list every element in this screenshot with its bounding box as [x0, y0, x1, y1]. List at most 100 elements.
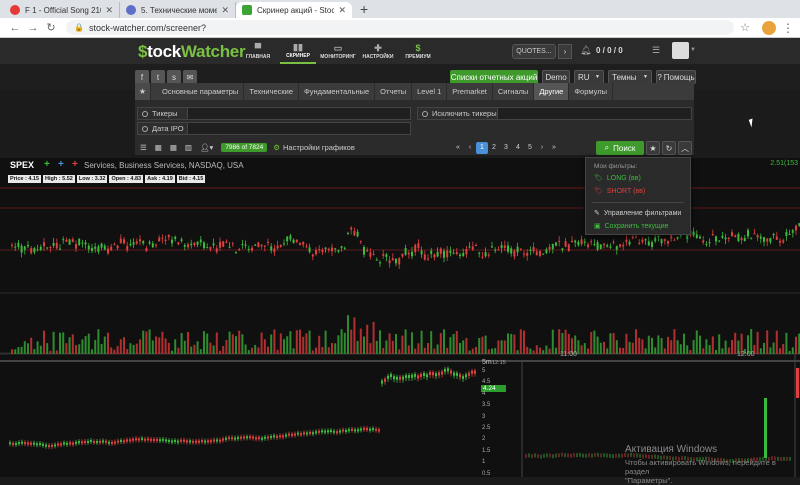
- candle-body: [436, 251, 439, 257]
- page-3[interactable]: 3: [500, 142, 512, 154]
- favorites-star-icon[interactable]: ★: [135, 83, 151, 100]
- list-view-icon[interactable]: ☰: [140, 143, 147, 152]
- add-green-icon[interactable]: +: [44, 159, 50, 170]
- add-blue-icon[interactable]: +: [58, 159, 64, 170]
- tab-other[interactable]: Другие: [534, 83, 570, 100]
- candle-body: [399, 376, 401, 380]
- collapse-icon[interactable]: ︿: [678, 141, 692, 155]
- save-filters-item[interactable]: ▣ Сохранить текущие: [594, 222, 669, 231]
- close-icon[interactable]: ✕: [221, 5, 229, 16]
- tab-signals[interactable]: Сигналы: [493, 83, 535, 100]
- manage-filters-item[interactable]: ✎ Управление фильтрами: [594, 209, 681, 218]
- tab-basic[interactable]: Основные параметры: [157, 83, 245, 100]
- candle-body: [193, 242, 196, 246]
- page-5[interactable]: 5: [524, 142, 536, 154]
- list-icon[interactable]: ☰: [652, 45, 660, 56]
- bookmark-star-icon[interactable]: ☆: [740, 21, 750, 34]
- menu-icon[interactable]: ⋮: [782, 21, 794, 35]
- help-button[interactable]: ? Помощь: [656, 70, 696, 84]
- volume-bar: [231, 334, 234, 354]
- volume-bar: [715, 349, 717, 354]
- mail-icon[interactable]: ✉: [183, 70, 197, 84]
- search-button[interactable]: ⌕ Поиск: [596, 141, 644, 155]
- tab-level1[interactable]: Level 1: [412, 83, 448, 100]
- long-filter-item[interactable]: 🏷︎ LONG (вв): [594, 174, 641, 183]
- candle-body: [651, 242, 653, 247]
- demo-button[interactable]: Demo: [542, 70, 570, 84]
- user-avatar[interactable]: [672, 42, 689, 59]
- profile-avatar[interactable]: [762, 20, 776, 35]
- candle-body: [455, 251, 458, 254]
- back-icon[interactable]: ←: [6, 22, 24, 34]
- candle-body: [407, 252, 410, 255]
- tab-premarket[interactable]: Premarket: [447, 83, 493, 100]
- tab-formulas[interactable]: Формулы: [569, 83, 613, 100]
- favorite-star-icon[interactable]: ★: [646, 141, 660, 155]
- pagination: « ‹ 1 2 3 4 5 › »: [452, 141, 560, 154]
- reload-icon[interactable]: ↻: [42, 21, 60, 34]
- candle-body: [183, 245, 186, 247]
- chart-settings-link[interactable]: Настройки графиков: [283, 143, 355, 152]
- volume-bar: [721, 348, 724, 354]
- volume-bar: [791, 347, 794, 354]
- tab-technical[interactable]: Технические: [244, 83, 300, 100]
- candle-body: [417, 243, 420, 248]
- next-page-button[interactable]: ›: [536, 142, 548, 154]
- close-icon[interactable]: ✕: [105, 5, 113, 16]
- quotes-input[interactable]: QUOTES...: [512, 44, 556, 59]
- prev-page-button[interactable]: ‹: [464, 142, 476, 154]
- nav-screener[interactable]: ▮▮ СКРИНЕР: [280, 38, 316, 64]
- reports-button[interactable]: Списки отчетных акций: [450, 70, 538, 84]
- bell-icon[interactable]: 🔔︎: [580, 45, 591, 56]
- logo[interactable]: $tockWatcher: [138, 42, 246, 62]
- refresh-icon[interactable]: ↻: [662, 141, 676, 155]
- volume-bar: [71, 334, 74, 354]
- ipo-filter[interactable]: Дата IPO: [137, 122, 411, 135]
- volume-bar: [731, 340, 733, 354]
- close-icon[interactable]: ✕: [338, 5, 346, 16]
- radio-icon[interactable]: [142, 125, 148, 132]
- candle-body: [27, 442, 29, 445]
- tickers-filter[interactable]: Тикеры: [137, 107, 411, 120]
- user-filter-icon[interactable]: 👤︎▾: [200, 143, 213, 152]
- twitter-icon[interactable]: t: [151, 70, 165, 84]
- nav-monitoring[interactable]: ▭ МОНИТОРИНГ: [320, 38, 356, 64]
- facebook-icon[interactable]: f: [135, 70, 149, 84]
- url-field[interactable]: 🔒 stock-watcher.com/screener?: [66, 20, 735, 35]
- grid-view-icon[interactable]: ▦: [170, 143, 177, 152]
- new-tab-button[interactable]: +: [352, 2, 376, 18]
- candle-body: [305, 246, 308, 248]
- browser-tab-3[interactable]: Скринер акций - Stock Watcher ✕: [236, 2, 352, 18]
- candle-body: [209, 247, 212, 250]
- page-4[interactable]: 4: [512, 142, 524, 154]
- page-1[interactable]: 1: [476, 141, 488, 154]
- volume-bar: [487, 349, 490, 354]
- nav-home[interactable]: ▀ ГЛАВНАЯ: [240, 38, 276, 64]
- browser-tab-2[interactable]: 5. Технические моменты торговли ✕: [120, 2, 236, 18]
- candle-body: [596, 242, 599, 250]
- radio-icon[interactable]: [142, 110, 148, 117]
- skype-icon[interactable]: s: [167, 70, 181, 84]
- language-select[interactable]: RU ▼: [574, 70, 604, 84]
- forward-icon[interactable]: →: [24, 22, 42, 34]
- tab-fundamental[interactable]: Фундаментальные: [299, 83, 376, 100]
- page-2[interactable]: 2: [488, 142, 500, 154]
- gear-icon[interactable]: ⚙: [273, 143, 280, 152]
- quotes-go-icon[interactable]: ›: [558, 44, 572, 59]
- candle-body: [529, 249, 532, 252]
- theme-select[interactable]: Темны ▼: [608, 70, 652, 84]
- candle-body: [167, 234, 170, 238]
- exclude-tickers-filter[interactable]: Исключить тикеры: [417, 107, 692, 120]
- short-filter-item[interactable]: 🏷︎ SHORT (вв): [594, 187, 645, 196]
- browser-tab-1[interactable]: F 1 - Official Song 2109 [i 432 Hz] ✕: [4, 2, 120, 18]
- columns-icon[interactable]: ▥: [185, 143, 192, 152]
- radio-icon[interactable]: [422, 110, 428, 117]
- nav-premium[interactable]: $ ПРЕМИУМ: [400, 38, 436, 64]
- tab-reports[interactable]: Отчеты: [375, 83, 413, 100]
- table-view-icon[interactable]: ▦: [155, 143, 162, 152]
- last-page-button[interactable]: »: [548, 142, 560, 154]
- first-page-button[interactable]: «: [452, 142, 464, 154]
- chevron-down-icon[interactable]: ▼: [690, 47, 696, 53]
- add-red-icon[interactable]: +: [72, 159, 78, 170]
- nav-settings[interactable]: ✚ НАСТРОЙКИ: [360, 38, 396, 64]
